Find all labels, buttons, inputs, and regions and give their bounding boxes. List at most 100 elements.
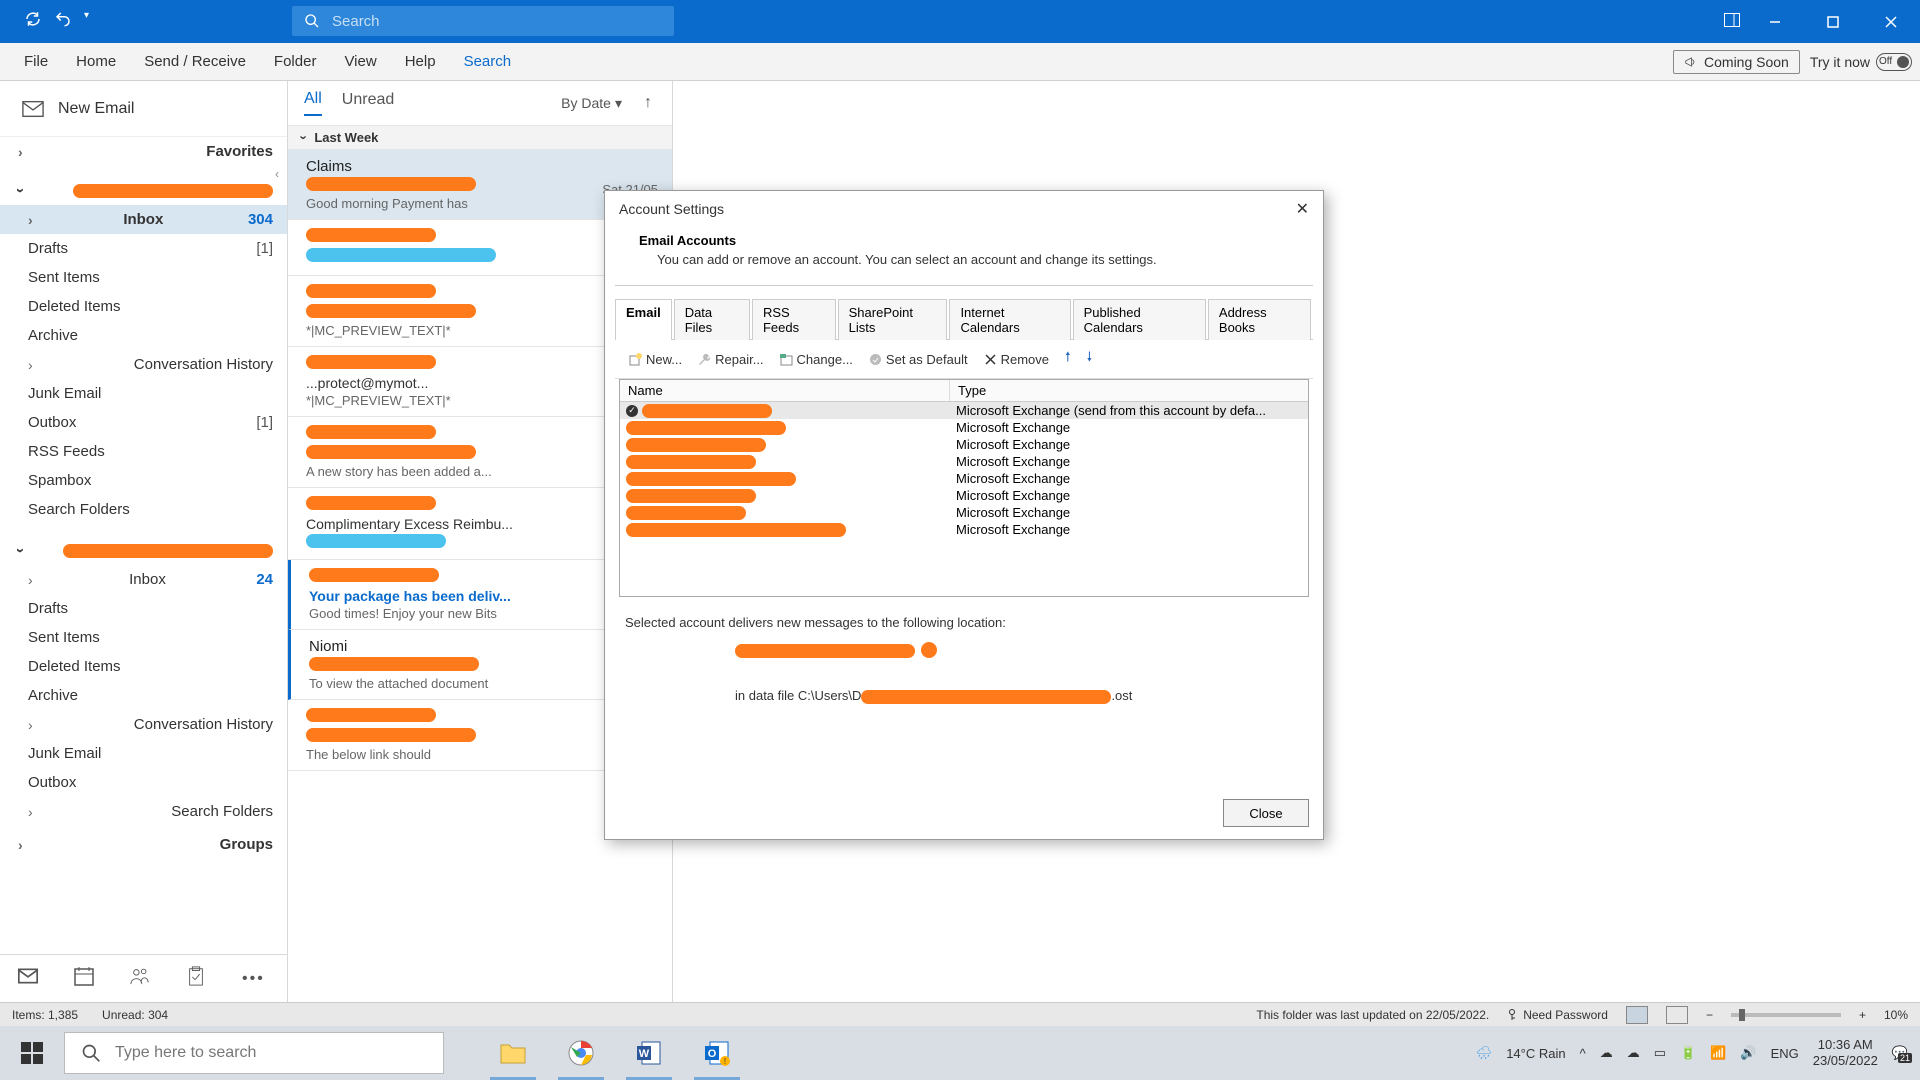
taskbar-app-outlook[interactable]: O!: [688, 1026, 746, 1080]
taskbar-search[interactable]: Type here to search: [64, 1032, 444, 1074]
account-row[interactable]: Microsoft Exchange: [620, 521, 1308, 538]
folder-item[interactable]: Drafts: [0, 594, 287, 623]
close-window-button[interactable]: [1862, 0, 1920, 43]
dialog-tab[interactable]: Data Files: [674, 299, 750, 340]
filter-tab-all[interactable]: All: [304, 90, 322, 116]
folder-item[interactable]: Spambox: [0, 466, 287, 495]
col-header-type[interactable]: Type: [950, 380, 1308, 401]
account-row[interactable]: Microsoft Exchange: [620, 436, 1308, 453]
weather-text[interactable]: 14°C Rain: [1506, 1046, 1565, 1061]
zoom-minus[interactable]: −: [1706, 1008, 1713, 1022]
tray-chevron-icon[interactable]: ^: [1580, 1046, 1586, 1061]
tray-onedrive-icon[interactable]: ☁: [1600, 1045, 1613, 1061]
account-move-down-button[interactable]: 🠗: [1087, 348, 1093, 370]
dialog-tab[interactable]: Address Books: [1208, 299, 1311, 340]
try-it-now-toggle[interactable]: Try it now Off: [1810, 53, 1912, 71]
dialog-tab[interactable]: Internet Calendars: [949, 299, 1070, 340]
account-move-up-button[interactable]: 🠕: [1065, 348, 1071, 370]
search-box[interactable]: Search: [292, 6, 674, 36]
ribbon-tab-home[interactable]: Home: [62, 43, 130, 81]
account-row[interactable]: Microsoft Exchange: [620, 487, 1308, 504]
folder-item[interactable]: Drafts[1]: [0, 234, 287, 263]
folder-item[interactable]: Deleted Items: [0, 292, 287, 321]
col-header-name[interactable]: Name: [620, 380, 950, 401]
account-header-1[interactable]: ›: [0, 166, 287, 205]
folder-item[interactable]: RSS Feeds: [0, 437, 287, 466]
folder-item[interactable]: Outbox[1]: [0, 408, 287, 437]
ribbon-tab-folder[interactable]: Folder: [260, 43, 331, 81]
ribbon-tab-search[interactable]: Search: [450, 43, 526, 81]
zoom-plus[interactable]: +: [1859, 1008, 1866, 1022]
start-button[interactable]: [0, 1026, 64, 1080]
tasks-module-icon[interactable]: [186, 966, 206, 991]
tray-clock[interactable]: 10:36 AM 23/05/2022: [1813, 1037, 1878, 1068]
qat-dropdown-icon[interactable]: ▾: [84, 10, 89, 33]
sort-dropdown[interactable]: By Date ▾: [561, 95, 622, 112]
coming-soon-button[interactable]: Coming Soon: [1673, 50, 1800, 74]
taskbar-app-file-explorer[interactable]: [484, 1026, 542, 1080]
panel-icon[interactable]: [1724, 13, 1740, 32]
ribbon-tab-file[interactable]: File: [10, 43, 62, 81]
folder-item[interactable]: Search Folders: [0, 495, 287, 524]
tray-wifi-icon[interactable]: 📶: [1710, 1045, 1726, 1061]
account-header-2[interactable]: ›: [0, 524, 287, 565]
account-row[interactable]: Microsoft Exchange: [620, 504, 1308, 521]
folder-item[interactable]: Search Folders: [0, 797, 287, 826]
taskbar-app-chrome[interactable]: [552, 1026, 610, 1080]
dialog-tab[interactable]: Email: [615, 299, 672, 340]
toggle-switch[interactable]: Off: [1876, 53, 1912, 71]
account-row[interactable]: ✓Microsoft Exchange (send from this acco…: [620, 402, 1308, 419]
dialog-tab[interactable]: Published Calendars: [1073, 299, 1206, 340]
tray-lang[interactable]: ENG: [1771, 1046, 1799, 1061]
people-module-icon[interactable]: [130, 966, 150, 991]
need-password-button[interactable]: Need Password: [1507, 1008, 1608, 1022]
dialog-tab[interactable]: SharePoint Lists: [838, 299, 948, 340]
groups-header[interactable]: Groups: [0, 826, 287, 859]
folder-item[interactable]: Junk Email: [0, 379, 287, 408]
maximize-button[interactable]: [1804, 0, 1862, 43]
dialog-close-button[interactable]: ✕: [1296, 199, 1309, 219]
folder-item[interactable]: Junk Email: [0, 739, 287, 768]
tray-onedrive2-icon[interactable]: ☁: [1627, 1045, 1640, 1061]
tray-battery-icon[interactable]: 🔋: [1680, 1045, 1696, 1061]
account-change-button[interactable]: Change...: [780, 348, 853, 370]
account-row[interactable]: Microsoft Exchange: [620, 470, 1308, 487]
filter-tab-unread[interactable]: Unread: [342, 91, 394, 115]
account-set-default-button[interactable]: Set as Default: [869, 348, 968, 370]
folder-item[interactable]: Conversation History: [0, 350, 287, 379]
minimize-button[interactable]: [1746, 0, 1804, 43]
date-group-header[interactable]: ›Last Week: [288, 125, 672, 150]
undo-icon[interactable]: [54, 10, 72, 33]
ribbon-tab-sendreceive[interactable]: Send / Receive: [130, 43, 260, 81]
account-row[interactable]: Microsoft Exchange: [620, 453, 1308, 470]
account-new-button[interactable]: New...: [629, 348, 682, 370]
view-reading-icon[interactable]: [1666, 1006, 1688, 1024]
folder-item[interactable]: Sent Items: [0, 623, 287, 652]
dialog-close-button-footer[interactable]: Close: [1223, 799, 1309, 827]
collapse-nav-icon[interactable]: ‹: [275, 167, 279, 181]
folder-item[interactable]: Deleted Items: [0, 652, 287, 681]
account-row[interactable]: Microsoft Exchange: [620, 419, 1308, 436]
account-remove-button[interactable]: Remove: [984, 348, 1049, 370]
tray-volume-icon[interactable]: 🔊: [1740, 1045, 1756, 1061]
folder-item[interactable]: Inbox304: [0, 205, 287, 234]
folder-item[interactable]: Inbox24: [0, 565, 287, 594]
tray-meet-icon[interactable]: ▭: [1654, 1045, 1666, 1061]
folder-item[interactable]: Archive: [0, 681, 287, 710]
calendar-module-icon[interactable]: [74, 966, 94, 991]
folder-item[interactable]: Outbox: [0, 768, 287, 797]
view-normal-icon[interactable]: [1626, 1006, 1648, 1024]
tray-notifications-icon[interactable]: 💬21: [1892, 1045, 1908, 1061]
taskbar-app-word[interactable]: W: [620, 1026, 678, 1080]
dialog-tab[interactable]: RSS Feeds: [752, 299, 836, 340]
sort-order-icon[interactable]: ↑: [644, 94, 652, 112]
more-modules-icon[interactable]: •••: [242, 970, 265, 988]
sync-icon[interactable]: [24, 10, 42, 33]
folder-item[interactable]: Sent Items: [0, 263, 287, 292]
ribbon-tab-help[interactable]: Help: [391, 43, 450, 81]
zoom-slider[interactable]: [1731, 1013, 1841, 1017]
favorites-header[interactable]: Favorites: [0, 137, 287, 166]
ribbon-tab-view[interactable]: View: [330, 43, 390, 81]
account-repair-button[interactable]: Repair...: [698, 348, 763, 370]
new-email-button[interactable]: New Email: [0, 81, 287, 137]
